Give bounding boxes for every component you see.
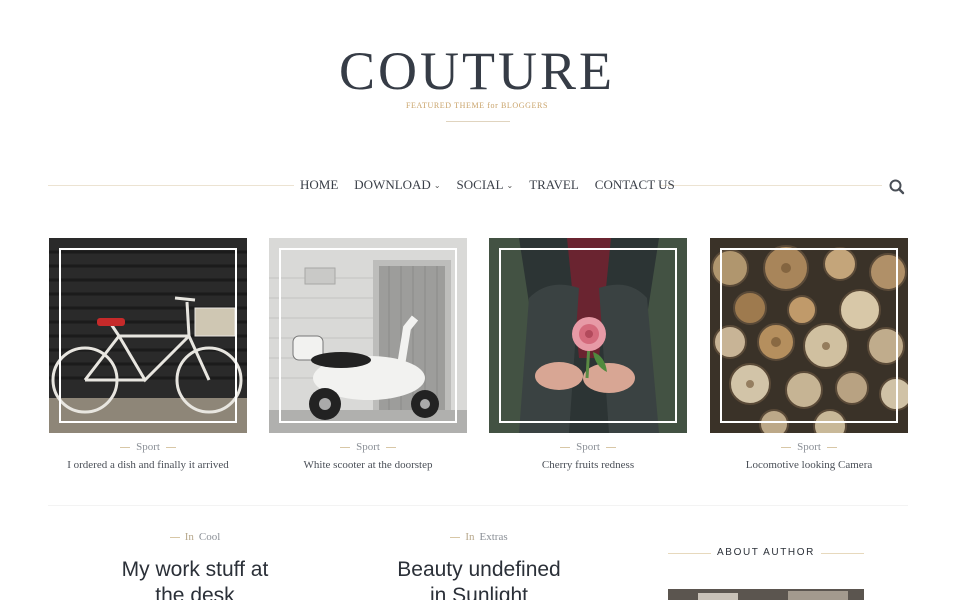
post-card[interactable]: In Cool My work stuff at the desk	[65, 531, 325, 600]
card-title[interactable]: White scooter at the doorstep	[269, 459, 467, 471]
chevron-down-icon: ⌄	[433, 180, 441, 190]
card-category[interactable]: Sport	[489, 441, 687, 453]
nav-item-travel[interactable]: TRAVEL	[527, 177, 581, 193]
card-category[interactable]: Sport	[269, 441, 467, 453]
card-title[interactable]: Locomotive looking Camera	[710, 459, 908, 471]
search-button[interactable]	[888, 178, 906, 196]
nav-item-label: SOCIAL	[456, 177, 504, 192]
bicycle-photo[interactable]	[49, 238, 247, 433]
scooter-photo[interactable]	[269, 238, 467, 433]
nav-item-download[interactable]: DOWNLOAD ⌄	[352, 177, 442, 193]
nav-item-social[interactable]: SOCIAL ⌄	[455, 177, 516, 193]
image-frame	[720, 248, 898, 423]
chevron-down-icon: ⌄	[506, 180, 514, 190]
featured-card[interactable]: Sport White scooter at the doorstep	[269, 238, 467, 471]
card-title[interactable]: Cherry fruits redness	[489, 459, 687, 471]
about-author-heading: ABOUT AUTHOR	[668, 547, 864, 558]
nav-rule-right	[660, 185, 882, 186]
featured-card[interactable]: Sport Locomotive looking Camera	[710, 238, 908, 471]
nav-item-label: CONTACT US	[594, 177, 675, 192]
image-frame	[279, 248, 457, 423]
featured-card[interactable]: Sport I ordered a dish and finally it ar…	[49, 238, 247, 471]
post-card[interactable]: In Extras Beauty undefined in Sunlight	[349, 531, 609, 600]
image-frame	[499, 248, 677, 423]
nav-item-home[interactable]: HOME	[298, 177, 340, 193]
site-tagline: FEATURED THEME for BLOGGERS	[405, 101, 549, 110]
nav-item-label: TRAVEL	[529, 177, 579, 192]
nav-rule-left	[48, 185, 294, 186]
featured-card[interactable]: Sport Cherry fruits redness	[489, 238, 687, 471]
image-frame	[59, 248, 237, 423]
nav-item-label: DOWNLOAD	[354, 177, 431, 192]
main-nav: HOME DOWNLOAD ⌄ SOCIAL ⌄ TRAVEL CONTACT …	[298, 177, 677, 193]
card-category[interactable]: Sport	[710, 441, 908, 453]
site-logo[interactable]: COUTURE	[0, 40, 954, 102]
card-title[interactable]: I ordered a dish and finally it arrived	[49, 459, 247, 471]
author-photo	[668, 589, 864, 600]
section-divider	[48, 505, 908, 506]
nav-item-contact[interactable]: CONTACT US	[593, 177, 677, 193]
post-title[interactable]: Beauty undefined in Sunlight	[349, 557, 609, 600]
search-icon	[889, 179, 905, 195]
flower-photo[interactable]	[489, 238, 687, 433]
logo-divider	[446, 121, 510, 122]
logs-photo[interactable]	[710, 238, 908, 433]
nav-item-label: HOME	[300, 177, 339, 192]
post-category[interactable]: In Cool	[65, 531, 325, 543]
card-category[interactable]: Sport	[49, 441, 247, 453]
post-category[interactable]: In Extras	[349, 531, 609, 543]
post-title[interactable]: My work stuff at the desk	[65, 557, 325, 600]
